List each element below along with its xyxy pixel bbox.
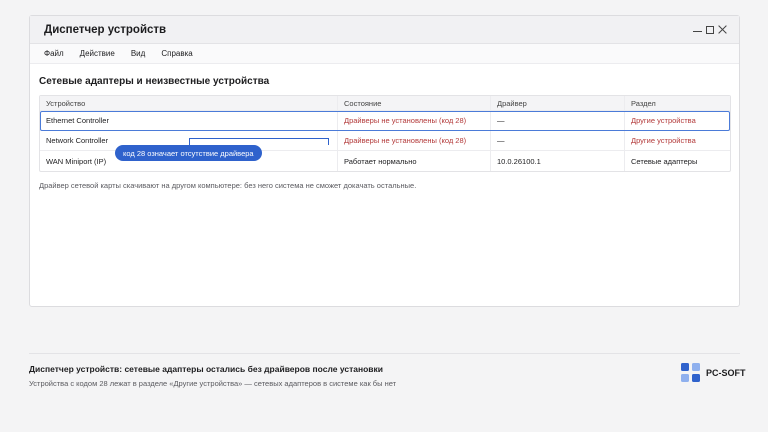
column-header-device[interactable]: Устройство [40,96,338,110]
caption-title: Диспетчер устройств: сетевые адаптеры ос… [29,364,383,374]
callout-connector [189,138,329,145]
device-driver-cell: 10.0.26100.1 [491,151,625,171]
title-bar: Диспетчер устройств [30,16,739,44]
menu-bar: Файл Действие Вид Справка [30,44,739,64]
hint-text: Драйвер сетевой карты скачивают на друго… [39,181,417,190]
device-driver-cell: — [491,111,625,130]
annotation-callout: код 28 означает отсутствие драйвера [115,145,262,161]
window-title: Диспетчер устройств [44,23,167,36]
logo-square [681,374,689,382]
device-category-cell: Сетевые адаптеры [631,156,698,166]
device-name-cell: Ethernet Controller [40,111,338,130]
device-manager-window: Диспетчер устройств Файл Действие Вид Сп… [29,15,740,307]
minimize-icon[interactable] [693,25,702,34]
brand-name: PC-SOFT [706,367,746,378]
maximize-icon[interactable] [706,25,714,34]
close-icon[interactable] [718,25,727,34]
caption-subtitle: Устройства с кодом 28 лежат в разделе «Д… [29,379,397,388]
section-title: Сетевые адаптеры и неизвестные устройств… [39,76,270,87]
logo-square [681,363,689,371]
device-status-cell: Работает нормально [338,151,491,171]
device-status-cell: Драйверы не установлены (код 28) [338,131,491,150]
column-header-category[interactable]: Раздел [625,96,730,110]
menu-help[interactable]: Справка [161,49,192,58]
menu-file[interactable]: Файл [44,49,64,58]
device-driver-cell: — [491,131,625,150]
caption-divider [29,353,740,354]
table-row[interactable]: Ethernet Controller Драйверы не установл… [40,111,730,131]
logo-square [692,363,700,371]
device-status-cell: Драйверы не установлены (код 28) [338,111,491,130]
window-controls [693,25,727,34]
brand: PC-SOFT [681,363,746,382]
logo-square [692,374,700,382]
menu-view[interactable]: Вид [131,49,145,58]
table-header: Устройство Состояние Драйвер Раздел [40,96,730,111]
device-category-cell: Другие устройства [631,136,696,145]
column-header-status[interactable]: Состояние [338,96,491,110]
column-header-driver[interactable]: Драйвер [491,96,625,110]
device-category-cell: Другие устройства [631,116,696,125]
menu-action[interactable]: Действие [80,49,115,58]
brand-logo-icon [681,363,700,382]
